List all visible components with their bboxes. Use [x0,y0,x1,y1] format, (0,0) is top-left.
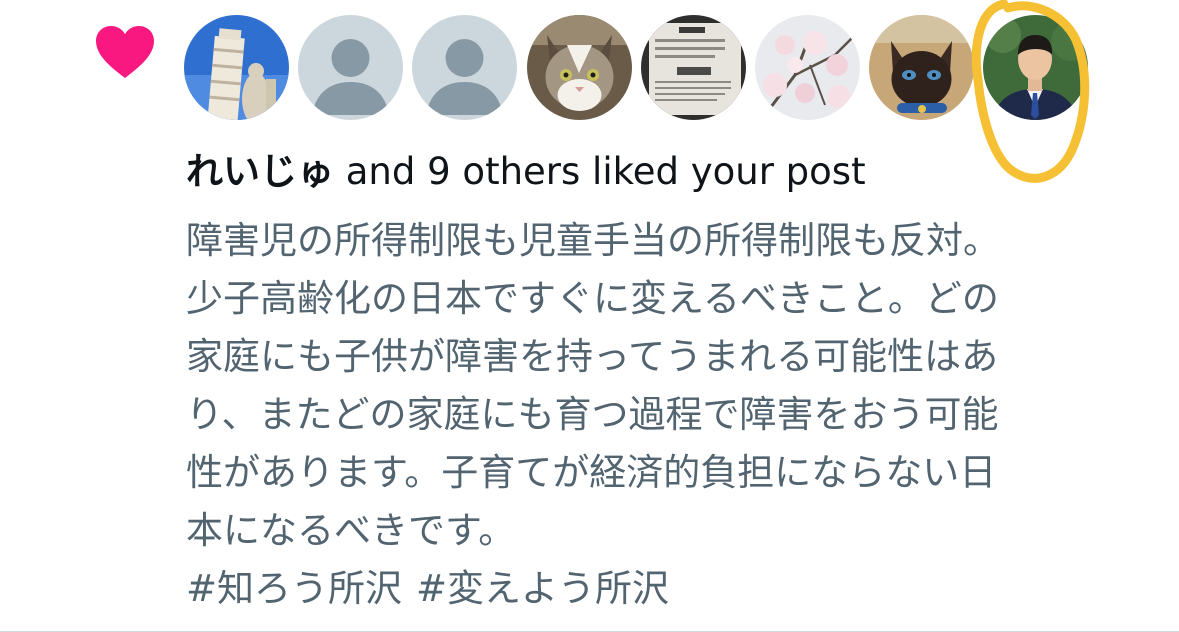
avatar-cat[interactable] [527,15,632,120]
avatar-default-profile[interactable] [412,15,517,120]
avatar-siamese-cat[interactable] [869,15,974,120]
post-line: 性があります。子育てが経済的負担にならない日 [186,451,997,494]
avatar-leaning-tower[interactable] [184,15,289,120]
liker-name-link[interactable]: れいじゅ [186,150,334,193]
avatar-cherry-blossoms[interactable] [755,15,860,120]
post-line: 本になるべきです。 [186,509,516,552]
avatar-parking-ticket[interactable] [641,15,746,120]
post-preview[interactable]: 障害児の所得制限も児童手当の所得制限も反対。 少子高齢化の日本ですぐに変えるべき… [186,212,1126,618]
post-line: 少子高齢化の日本ですぐに変えるべきこと。どの [186,277,999,320]
like-notification[interactable]: れいじゅ and 9 others liked your post 障害児の所得… [0,0,1179,632]
post-line: 家庭にも子供が障害を持ってうまれる可能性はあ [186,335,999,378]
post-line: り、またどの家庭にも育つ過程で障害をおう可能 [186,393,999,436]
heart-icon [94,24,156,80]
hashtag-row: #知ろう所沢 #変えよう所沢 [186,560,1126,618]
hashtag-link[interactable]: #変えよう所沢 [416,567,669,610]
avatar-man-in-suit[interactable] [983,15,1088,120]
summary-text: and 9 others liked your post [334,150,866,193]
avatar-default-profile[interactable] [298,15,403,120]
post-line: 障害児の所得制限も児童手当の所得制限も反対。 [186,219,1000,262]
hashtag-link[interactable]: #知ろう所沢 [186,567,402,610]
like-summary: れいじゅ and 9 others liked your post [186,146,866,198]
